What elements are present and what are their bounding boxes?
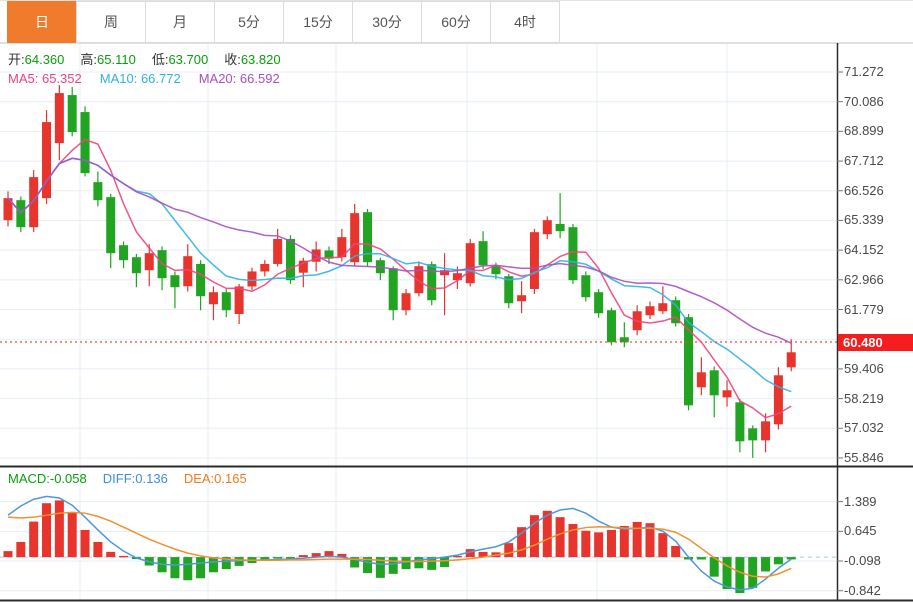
tab-4hour[interactable]: 4时 <box>490 1 560 43</box>
tab-5min[interactable]: 5分 <box>214 1 284 43</box>
tab-week[interactable]: 周 <box>76 1 146 43</box>
kline-chart[interactable] <box>0 0 913 602</box>
tab-15min[interactable]: 15分 <box>283 1 353 43</box>
tab-day[interactable]: 日 <box>7 1 77 43</box>
kline-app-window: 日 周 月 5分 15分 30分 60分 4时 开:64.360 高:65.11… <box>0 0 913 602</box>
last-price-badge: 60.480 <box>838 333 913 351</box>
timeframe-toolbar: 日 周 月 5分 15分 30分 60分 4时 <box>0 0 913 43</box>
tab-month[interactable]: 月 <box>145 1 215 43</box>
tab-60min[interactable]: 60分 <box>421 1 491 43</box>
tab-30min[interactable]: 30分 <box>352 1 422 43</box>
